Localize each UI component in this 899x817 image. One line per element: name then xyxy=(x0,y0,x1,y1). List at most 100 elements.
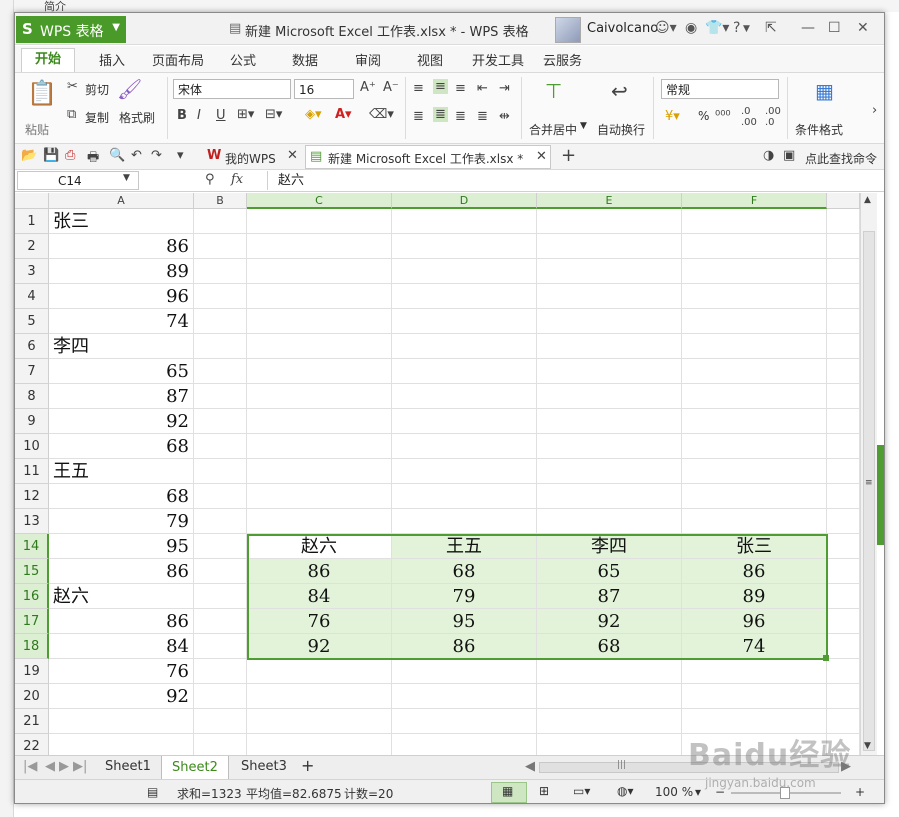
row-header[interactable]: 4 xyxy=(15,284,49,309)
empty-cell[interactable] xyxy=(682,434,827,459)
print-icon[interactable]: 🖶 xyxy=(87,148,99,170)
empty-cell[interactable] xyxy=(194,609,247,634)
empty-cell[interactable] xyxy=(194,584,247,609)
column-header-g[interactable] xyxy=(827,193,860,209)
cell-a[interactable]: 李四 xyxy=(49,334,194,359)
restore-icon[interactable]: ⇱ xyxy=(765,20,777,36)
row-header[interactable]: 18 xyxy=(15,634,49,659)
empty-cell[interactable] xyxy=(247,234,392,259)
empty-cell[interactable] xyxy=(537,334,682,359)
empty-cell[interactable] xyxy=(247,734,392,755)
empty-cell[interactable] xyxy=(194,384,247,409)
empty-cell[interactable] xyxy=(827,484,860,509)
table-value-cell[interactable]: 86 xyxy=(247,559,392,584)
empty-cell[interactable] xyxy=(537,709,682,734)
chevron-down-icon[interactable]: ▼ xyxy=(580,121,587,131)
empty-cell[interactable] xyxy=(247,509,392,534)
empty-cell[interactable] xyxy=(247,334,392,359)
empty-cell[interactable] xyxy=(392,434,537,459)
decrease-decimal-icon[interactable]: .00.0 xyxy=(765,106,781,128)
tab-cloud[interactable]: 云服务 xyxy=(543,50,582,69)
empty-cell[interactable] xyxy=(194,434,247,459)
empty-cell[interactable] xyxy=(392,359,537,384)
align-top-icon[interactable]: ≡ xyxy=(413,81,424,96)
undo-icon[interactable]: ↶ xyxy=(131,148,142,163)
row-header[interactable]: 1 xyxy=(15,209,49,234)
empty-cell[interactable] xyxy=(392,259,537,284)
align-middle-icon[interactable]: ≡ xyxy=(433,79,448,94)
empty-cell[interactable] xyxy=(537,684,682,709)
conditional-format-button[interactable]: 条件格式 xyxy=(795,121,843,138)
pdf-icon[interactable]: ⎙ xyxy=(65,148,75,163)
table-header-cell[interactable]: 赵六 xyxy=(247,534,392,559)
cell-a[interactable] xyxy=(49,734,194,755)
empty-cell[interactable] xyxy=(537,359,682,384)
empty-cell[interactable] xyxy=(247,259,392,284)
cell-a[interactable]: 86 xyxy=(49,234,194,259)
tab-review[interactable]: 审阅 xyxy=(355,50,381,69)
empty-cell[interactable] xyxy=(682,284,827,309)
close-icon[interactable]: ✕ xyxy=(287,148,298,163)
cell-a[interactable]: 张三 xyxy=(49,209,194,234)
empty-cell[interactable] xyxy=(827,659,860,684)
row-header[interactable]: 12 xyxy=(15,484,49,509)
table-header-cell[interactable]: 张三 xyxy=(682,534,827,559)
justify-icon[interactable]: ≣ xyxy=(477,109,488,124)
formula-input[interactable]: 赵六 xyxy=(267,171,881,190)
table-value-cell[interactable]: 92 xyxy=(537,609,682,634)
font-size-select[interactable]: 16 xyxy=(294,79,354,99)
empty-cell[interactable] xyxy=(247,209,392,234)
empty-cell[interactable] xyxy=(682,459,827,484)
empty-cell[interactable] xyxy=(392,734,537,755)
cell-a[interactable]: 86 xyxy=(49,609,194,634)
hscroll-left-icon[interactable]: ◀ xyxy=(525,759,535,774)
empty-cell[interactable] xyxy=(537,509,682,534)
distributed-icon[interactable]: ⇹ xyxy=(499,109,510,124)
empty-cell[interactable] xyxy=(537,234,682,259)
empty-cell[interactable] xyxy=(827,584,860,609)
fill-color-icon[interactable]: ◈▾ xyxy=(305,107,322,122)
scroll-up-icon[interactable]: ▲ xyxy=(864,195,871,205)
paste-label[interactable]: 粘贴 xyxy=(25,121,49,138)
table-value-cell[interactable]: 87 xyxy=(537,584,682,609)
cell-a[interactable]: 74 xyxy=(49,309,194,334)
empty-cell[interactable] xyxy=(194,209,247,234)
empty-cell[interactable] xyxy=(682,259,827,284)
empty-cell[interactable] xyxy=(392,509,537,534)
tab-developer[interactable]: 开发工具 xyxy=(472,50,524,69)
sheet-next-icon[interactable]: ▶ xyxy=(59,759,69,774)
empty-cell[interactable] xyxy=(537,659,682,684)
empty-cell[interactable] xyxy=(392,459,537,484)
close-icon[interactable]: ✕ xyxy=(536,149,547,164)
empty-cell[interactable] xyxy=(537,484,682,509)
sheet-first-icon[interactable]: |◀ xyxy=(23,759,37,774)
empty-cell[interactable] xyxy=(537,409,682,434)
tab-formulas[interactable]: 公式 xyxy=(230,50,256,69)
increase-decimal-icon[interactable]: .0.00 xyxy=(741,106,757,128)
maximize-button[interactable]: ☐ xyxy=(828,20,841,36)
empty-cell[interactable] xyxy=(537,384,682,409)
empty-cell[interactable] xyxy=(194,484,247,509)
indent-increase-icon[interactable]: ⇥ xyxy=(499,81,510,96)
row-header[interactable]: 9 xyxy=(15,409,49,434)
empty-cell[interactable] xyxy=(537,459,682,484)
function-button[interactable]: fx xyxy=(231,172,243,187)
sheet-prev-icon[interactable]: ◀ xyxy=(45,759,55,774)
empty-cell[interactable] xyxy=(194,409,247,434)
italic-button[interactable]: I xyxy=(197,108,201,123)
empty-cell[interactable] xyxy=(682,309,827,334)
empty-cell[interactable] xyxy=(194,359,247,384)
macro-icon[interactable]: ▤ xyxy=(147,785,158,799)
row-header[interactable]: 15 xyxy=(15,559,49,584)
empty-cell[interactable] xyxy=(194,234,247,259)
table-value-cell[interactable]: 65 xyxy=(537,559,682,584)
align-center-icon[interactable]: ≣ xyxy=(433,107,448,122)
empty-cell[interactable] xyxy=(827,684,860,709)
decrease-font-icon[interactable]: A⁻ xyxy=(383,80,399,95)
command-search[interactable]: 点此查找命令 xyxy=(805,150,877,167)
zoom-dropdown-icon[interactable]: ▾ xyxy=(695,785,701,799)
thousands-icon[interactable]: ⁰⁰⁰ xyxy=(715,109,731,124)
cell-a[interactable]: 86 xyxy=(49,559,194,584)
save-icon[interactable]: 💾 xyxy=(43,148,59,163)
cell-a[interactable]: 68 xyxy=(49,434,194,459)
